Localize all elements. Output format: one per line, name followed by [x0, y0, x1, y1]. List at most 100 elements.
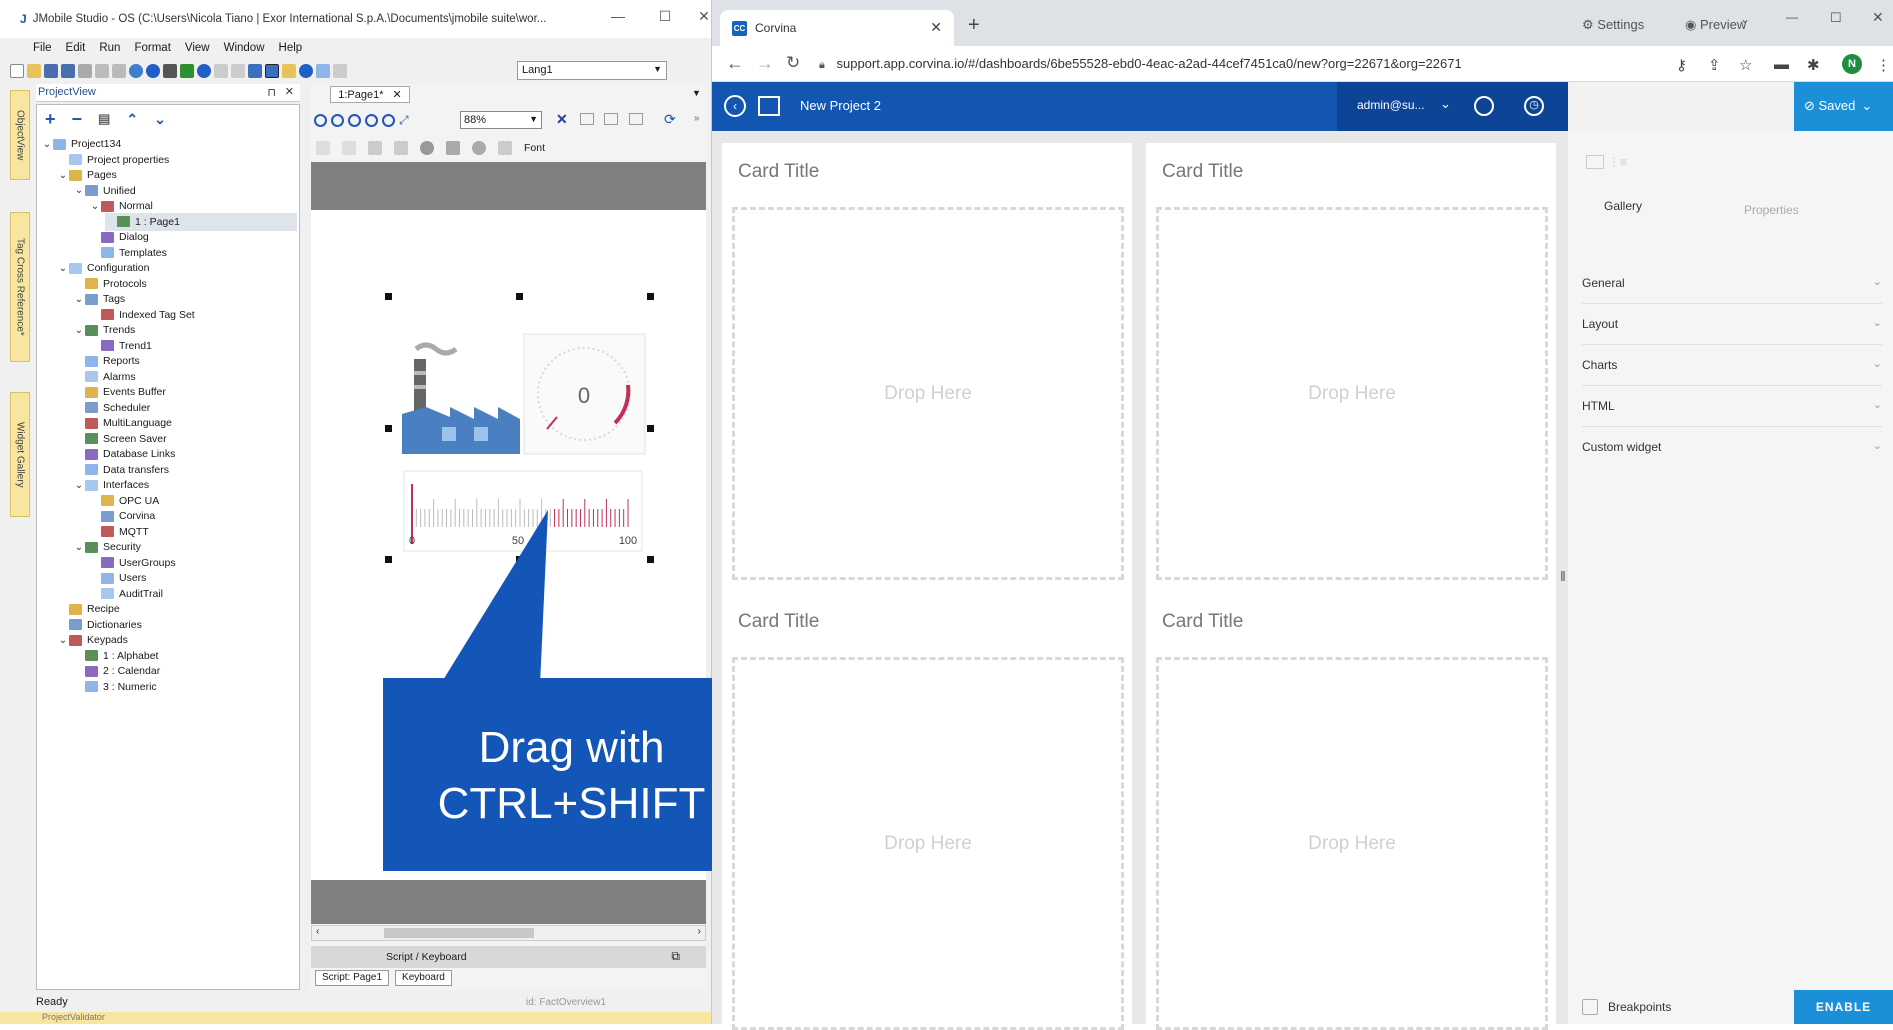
chevron-down-icon[interactable]: ⌄ [57, 635, 69, 646]
close-icon[interactable]: ✕ [694, 8, 711, 25]
layout-panel-icon[interactable] [758, 96, 780, 116]
selection-handle[interactable] [647, 556, 654, 563]
save-all-icon[interactable] [61, 64, 75, 78]
font-label[interactable]: Font [524, 142, 545, 154]
layout-icon[interactable] [248, 64, 262, 78]
selection-handle[interactable] [385, 556, 392, 563]
move-down-icon[interactable]: ⌄ [154, 111, 166, 128]
sidetab-tag-cross-reference[interactable]: Tag Cross Reference* [10, 212, 30, 362]
user-chevron-down-icon[interactable]: ⌄ [1440, 96, 1451, 112]
tab-page1[interactable]: 1:Page1* ✕ [330, 86, 410, 103]
zoom-out-icon[interactable] [331, 113, 344, 127]
desktop-icon[interactable] [1586, 155, 1604, 169]
close-icon[interactable]: ✕ [1872, 9, 1884, 26]
tree-view-icon[interactable]: ⋮≡ [1608, 155, 1627, 169]
tab-list-icon[interactable]: ▼ [692, 88, 701, 98]
restore-icon[interactable]: ⧉ [671, 949, 680, 964]
new-file-icon[interactable] [10, 64, 24, 78]
selection-handle[interactable] [647, 293, 654, 300]
accordion-charts[interactable]: Charts ⌄ [1582, 345, 1882, 386]
help-icon[interactable] [299, 64, 313, 78]
breakpoints-toggle[interactable]: Breakpoints [1582, 999, 1671, 1015]
cut-icon[interactable] [78, 64, 92, 78]
fill-icon[interactable] [342, 141, 356, 155]
accordion-html[interactable]: HTML ⌄ [1582, 386, 1882, 427]
chevron-down-icon[interactable]: ⌄ [89, 201, 101, 212]
panel-resize-handle[interactable]: ‖ [1560, 568, 1566, 584]
tab-gallery[interactable]: Gallery [1604, 199, 1642, 213]
language-select[interactable]: Lang1 ▼ [517, 61, 667, 80]
forward-icon[interactable]: → [756, 53, 774, 74]
profile-avatar[interactable]: N [1842, 54, 1862, 74]
remove-icon[interactable]: − [72, 109, 83, 130]
browser-tab-corvina[interactable]: CC Corvina ✕ [720, 10, 954, 46]
minimize-icon[interactable]: — [608, 8, 628, 24]
move-up-icon[interactable]: ⌃ [126, 111, 138, 128]
tab-close-icon[interactable]: ✕ [393, 89, 402, 101]
brush-icon[interactable] [368, 141, 382, 155]
chevron-down-icon[interactable]: ⌄ [57, 170, 69, 181]
zoom-reset-icon[interactable]: ⤢ [399, 113, 413, 127]
menu-help[interactable]: Help [272, 42, 310, 54]
menu-run[interactable]: Run [92, 42, 127, 54]
dashboard-card[interactable]: Card Title Drop Here [722, 143, 1132, 593]
zoom-select-icon[interactable] [382, 113, 395, 127]
scroll-left-icon[interactable]: ‹ [316, 926, 319, 937]
zoom-in-icon[interactable] [314, 113, 327, 127]
zoom-fit-icon[interactable] [348, 113, 361, 127]
chevron-down-icon[interactable]: ⌄ [73, 294, 85, 305]
bug-icon[interactable] [180, 64, 194, 78]
history-clock-icon[interactable]: ◷ [1524, 96, 1544, 116]
reload-icon[interactable]: ↻ [786, 53, 800, 73]
accordion-layout[interactable]: Layout ⌄ [1582, 304, 1882, 345]
share-icon[interactable]: ⇪ [1708, 56, 1721, 74]
stop-icon[interactable] [214, 64, 228, 78]
selection-handle[interactable] [647, 425, 654, 432]
drop-zone[interactable]: Drop Here [732, 207, 1124, 580]
line-icon[interactable] [394, 141, 408, 155]
tab-script-page1[interactable]: Script: Page1 [315, 970, 390, 986]
selection-handle[interactable] [385, 293, 392, 300]
selection-handle[interactable] [516, 293, 523, 300]
drop-zone[interactable]: Drop Here [732, 657, 1124, 1030]
horizontal-scrollbar[interactable]: ‹ › [311, 925, 706, 941]
image-icon[interactable] [446, 141, 460, 155]
sidetab-objectview[interactable]: ObjectView [10, 90, 30, 180]
dashboard-card[interactable]: Card Title Drop Here [1146, 143, 1556, 593]
maximize-icon[interactable]: ☐ [1830, 10, 1842, 26]
selection-handle[interactable] [385, 425, 392, 432]
snap-icon[interactable] [265, 64, 279, 78]
scroll-right-icon[interactable]: › [698, 926, 701, 937]
properties-icon[interactable]: ▤ [98, 111, 110, 127]
dashboard-card[interactable]: Card Title Drop Here [722, 593, 1132, 1030]
font-icon[interactable] [498, 141, 512, 155]
zoom-page-icon[interactable] [365, 113, 378, 127]
drop-zone[interactable]: Drop Here [1156, 207, 1548, 580]
extension-box-icon[interactable]: ▬ [1774, 56, 1789, 73]
accordion-custom-widget[interactable]: Custom widget ⌄ [1582, 427, 1882, 468]
help-icon[interactable] [1474, 96, 1494, 116]
tab-properties[interactable]: Properties [1744, 203, 1799, 217]
browser-menu-icon[interactable]: ⋮ [1876, 56, 1891, 74]
drop-zone[interactable]: Drop Here [1156, 657, 1548, 1030]
settings-button[interactable]: ⚙ Settings [1582, 17, 1644, 33]
new-tab-icon[interactable]: + [968, 14, 980, 37]
menu-edit[interactable]: Edit [59, 42, 93, 54]
info-icon[interactable] [420, 141, 434, 155]
chevron-down-icon[interactable]: ⌄ [57, 263, 69, 274]
back-icon[interactable]: ← [726, 53, 744, 74]
back-circle-icon[interactable]: ‹ [724, 95, 746, 117]
user-menu[interactable]: admin@su... [1357, 98, 1425, 112]
open-folder-icon[interactable] [27, 64, 41, 78]
paste-icon[interactable] [112, 64, 126, 78]
tab-keyboard[interactable]: Keyboard [395, 970, 452, 986]
saved-button[interactable]: ⊘ Saved ⌄ [1794, 82, 1893, 131]
download-icon[interactable] [129, 64, 143, 78]
chevron-down-icon[interactable]: ⌄ [73, 325, 85, 336]
tree-item[interactable]: 3 : Numeric [73, 678, 297, 696]
zoom-select[interactable]: 88% ▼ [460, 111, 542, 129]
menu-format[interactable]: Format [127, 42, 177, 54]
tab-close-icon[interactable]: ✕ [930, 19, 942, 36]
dashboard-card[interactable]: Card Title Drop Here [1146, 593, 1556, 1030]
script-keyboard-bar[interactable]: Script / Keyboard ⧉ [311, 946, 706, 968]
